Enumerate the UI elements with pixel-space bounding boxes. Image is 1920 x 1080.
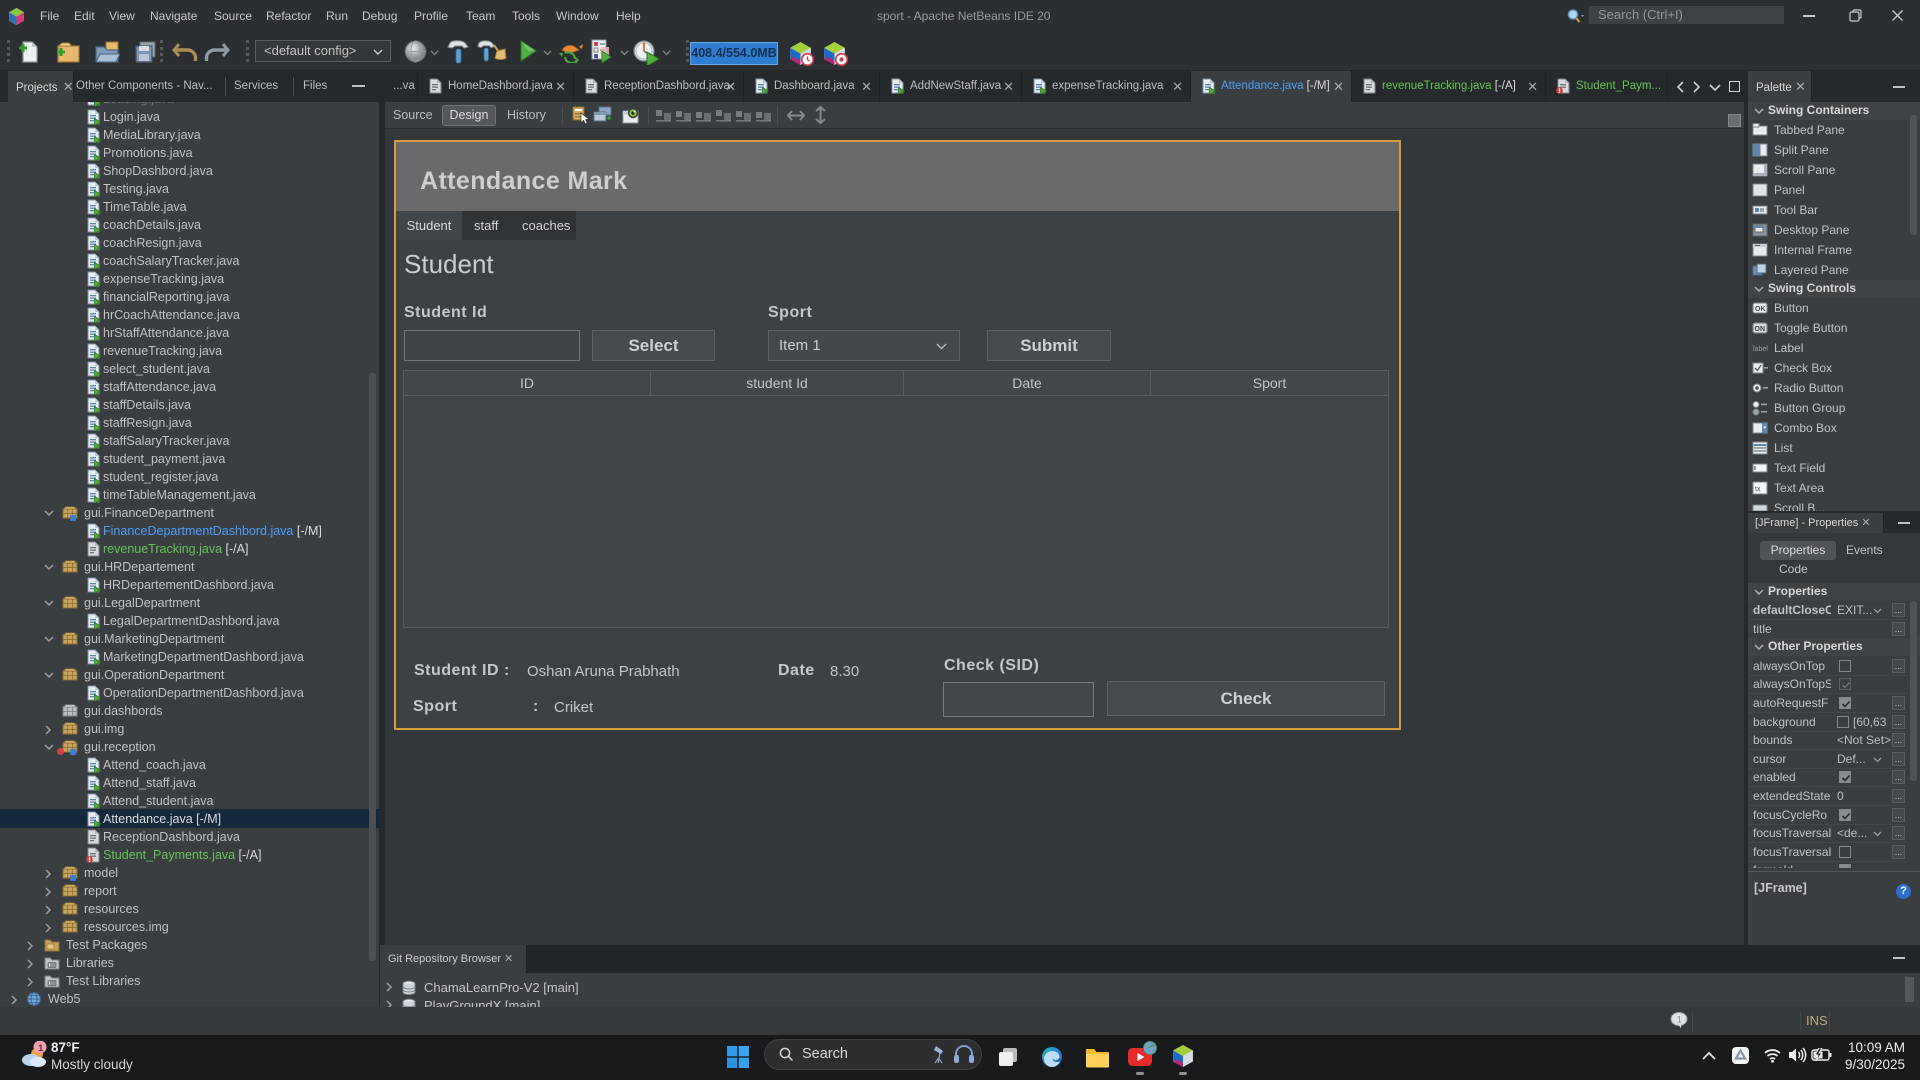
svg-text:OK: OK — [1755, 306, 1766, 313]
svg-text:ON: ON — [1755, 326, 1766, 333]
svg-text:tx: tx — [1755, 486, 1761, 493]
svg-text:1: 1 — [1677, 1014, 1682, 1024]
svg-text:3: 3 — [594, 55, 598, 62]
svg-text:label: label — [1753, 346, 1768, 353]
svg-text:1: 1 — [38, 1043, 43, 1053]
